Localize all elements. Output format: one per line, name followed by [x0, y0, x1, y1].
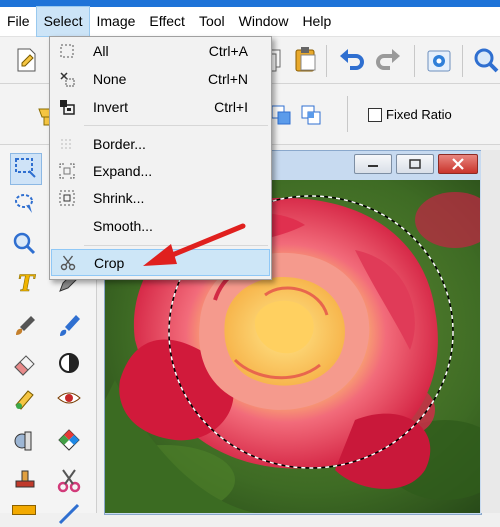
fixed-ratio-label: Fixed Ratio — [386, 107, 452, 122]
lasso-select-icon[interactable] — [12, 191, 38, 217]
expand-icon — [59, 163, 75, 179]
color-replace-tool-icon[interactable] — [12, 385, 38, 411]
clone-stamp-tool-icon[interactable] — [12, 428, 38, 454]
eraser-tool-icon[interactable] — [12, 350, 38, 376]
menu-effect[interactable]: Effect — [142, 7, 192, 36]
menu-item-shrink[interactable]: Shrink... — [51, 185, 270, 212]
menu-item-label: Crop — [94, 255, 125, 271]
menu-item-label: Shrink... — [93, 190, 145, 206]
new-file-icon[interactable] — [12, 46, 40, 74]
menu-file[interactable]: File — [0, 7, 37, 36]
toolbar-separator — [414, 45, 415, 77]
svg-text:T: T — [18, 271, 36, 295]
menu-item-expand[interactable]: Expand... — [51, 158, 270, 185]
minimize-button[interactable] — [354, 154, 392, 174]
title-bar-strip — [0, 0, 500, 7]
scissors-tool-icon[interactable] — [56, 467, 82, 493]
menu-help[interactable]: Help — [295, 7, 338, 36]
selection-mode-add-icon[interactable] — [268, 102, 296, 130]
paste-icon[interactable] — [292, 45, 320, 73]
contrast-tool-icon[interactable] — [56, 350, 82, 376]
settings-icon[interactable] — [425, 46, 453, 74]
menu-item-border[interactable]: Border... — [51, 131, 270, 158]
color-picker-palette-icon[interactable] — [56, 428, 82, 454]
stamp-tool-icon[interactable] — [12, 467, 38, 493]
red-arrow-annotation — [143, 223, 246, 266]
shrink-icon — [59, 190, 75, 206]
menu-window[interactable]: Window — [232, 7, 296, 36]
text-tool-icon[interactable]: T — [12, 269, 38, 295]
toolbar-separator — [326, 45, 327, 77]
undo-icon[interactable] — [338, 46, 366, 74]
fixed-ratio-checkbox[interactable] — [368, 107, 382, 122]
menu-select[interactable]: Select — [35, 6, 91, 37]
invert-selection-icon — [60, 100, 75, 115]
zoom-tool-icon[interactable] — [12, 231, 38, 257]
crop-scissors-icon — [60, 255, 76, 271]
vertical-scrollbar[interactable] — [481, 150, 500, 513]
close-icon — [452, 158, 464, 170]
restore-icon — [409, 159, 421, 169]
color-swatch-partial[interactable] — [12, 505, 36, 515]
menu-item-shortcut: Ctrl+A — [208, 43, 248, 59]
select-all-icon — [60, 44, 74, 58]
menu-bar: File Select Image Effect Tool Window Hel… — [0, 6, 500, 37]
menu-image[interactable]: Image — [89, 7, 142, 36]
menu-item-invert[interactable]: Invert Ctrl+I — [51, 94, 270, 121]
border-icon — [61, 139, 73, 149]
menu-item-label: All — [93, 43, 109, 59]
selection-mode-intersect-icon[interactable] — [298, 102, 326, 130]
line-tool-partial-icon[interactable] — [56, 501, 82, 527]
paint-brush-blue-icon[interactable] — [56, 313, 82, 339]
rectangle-select-icon[interactable] — [12, 155, 38, 181]
zoom-icon[interactable] — [472, 46, 500, 74]
menu-item-label: Invert — [93, 99, 129, 115]
menu-item-select-all[interactable]: All Ctrl+A — [51, 38, 270, 65]
menu-item-label: None — [93, 71, 127, 87]
close-button[interactable] — [438, 154, 478, 174]
menu-item-shortcut: Ctrl+N — [207, 71, 248, 87]
red-eye-tool-icon[interactable] — [56, 385, 82, 411]
fixed-ratio-option[interactable]: Fixed Ratio — [368, 107, 452, 122]
menu-tool[interactable]: Tool — [192, 7, 232, 36]
brush-tool-icon[interactable] — [12, 313, 38, 339]
toolbar-separator — [347, 96, 348, 132]
menu-separator — [84, 125, 268, 126]
menu-item-select-none[interactable]: None Ctrl+N — [51, 66, 270, 93]
menu-item-label: Expand... — [93, 163, 153, 179]
minimize-icon — [368, 165, 378, 167]
restore-button[interactable] — [396, 154, 434, 174]
redo-icon[interactable] — [374, 46, 402, 74]
toolbar-separator — [462, 45, 463, 77]
menu-item-label: Border... — [93, 136, 146, 152]
menu-item-shortcut: Ctrl+I — [214, 99, 248, 115]
select-none-icon — [60, 72, 75, 87]
